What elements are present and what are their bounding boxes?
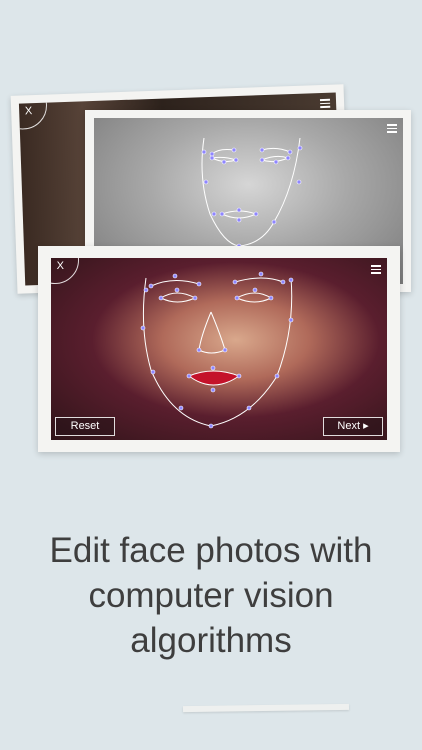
tagline: Edit face photos with computer vision al…	[0, 528, 422, 663]
close-icon: X	[24, 105, 33, 118]
menu-icon[interactable]	[371, 265, 381, 274]
menu-icon[interactable]	[319, 98, 331, 108]
close-icon: X	[56, 260, 64, 272]
tagline-line-1: Edit face photos with	[49, 531, 373, 570]
face-landmark-overlay	[140, 271, 294, 429]
photo-front: X Reset Next ▸	[51, 258, 387, 440]
reset-button[interactable]: Reset	[55, 417, 115, 436]
tagline-line-3: algorithms	[130, 621, 292, 660]
next-button[interactable]: Next ▸	[323, 417, 383, 436]
menu-icon[interactable]	[387, 124, 397, 133]
photo-card-front: X Reset Next ▸	[38, 246, 400, 452]
close-button[interactable]: X	[18, 92, 48, 131]
tagline-line-2: computer vision	[88, 576, 334, 615]
photo-card-peek	[182, 703, 350, 713]
